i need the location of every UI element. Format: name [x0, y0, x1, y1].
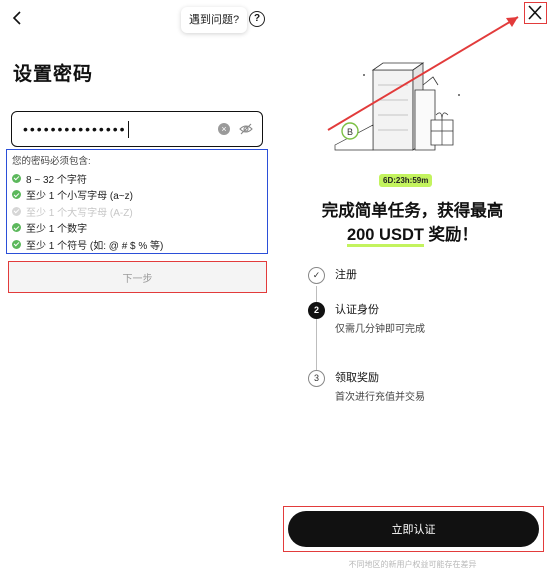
verify-label: 立即认证 [288, 511, 539, 547]
step-desc: 首次进行充值并交易 [335, 392, 425, 403]
rule-text: 8 ~ 32 个字符 [26, 174, 87, 186]
rule-length: 8 ~ 32 个字符 [12, 170, 262, 187]
reward-amount: 200 USDT [346, 226, 424, 247]
reward-panel: B 6D:23h:59m 完成简单任务，获得最高 200 USDT 奖励！ ✓ … [275, 0, 550, 584]
text-caret [127, 120, 130, 138]
step-title: 认证身份 [335, 304, 379, 316]
headline-line1: 完成简单任务，获得最高 [321, 202, 504, 220]
help-button[interactable]: 遇到问题? [181, 7, 248, 33]
footnote: 不同地区的新用户权益可能存在差异 [348, 560, 477, 569]
step-number: ✓ [308, 267, 325, 284]
password-value: ••••••••••••••• [23, 121, 127, 137]
requirements-header: 您的密码必须包含: [12, 156, 91, 167]
rule-uppercase: 至少 1 个大写字母 (A-Z) [12, 203, 262, 220]
step-number: 3 [308, 370, 325, 387]
rule-text: 至少 1 个小写字母 (a~z) [26, 191, 133, 203]
password-requirements: 您的密码必须包含: 8 ~ 32 个字符 至少 1 个小写字母 (a~z) 至少… [6, 149, 268, 254]
verify-now-button[interactable]: 立即认证 [283, 506, 544, 552]
clear-icon[interactable]: × [218, 123, 230, 135]
check-icon [12, 190, 21, 200]
rule-text: 至少 1 个数字 [26, 224, 88, 236]
step-number: 2 [308, 302, 325, 319]
countdown-badge: 6D:23h:59m [379, 174, 433, 187]
step-title: 注册 [335, 269, 357, 281]
svg-text:B: B [347, 127, 353, 137]
step-title: 领取奖励 [335, 372, 379, 384]
rule-symbol: 至少 1 个符号 (如: @ # $ % 等) [12, 236, 262, 253]
back-arrow-icon[interactable] [8, 8, 28, 28]
eye-off-icon[interactable] [239, 122, 253, 136]
page-title: 设置密码 [13, 64, 94, 85]
check-icon [12, 239, 21, 249]
rule-text: 至少 1 个符号 (如: @ # $ % 等) [26, 240, 164, 252]
rule-lowercase: 至少 1 个小写字母 (a~z) [12, 187, 262, 204]
check-icon [12, 173, 21, 183]
step-reward: 3 领取奖励 首次进行充值并交易 [308, 370, 425, 403]
reward-headline: 完成简单任务，获得最高 200 USDT 奖励！ [275, 199, 550, 247]
step-desc: 仅需几分钟即可完成 [335, 324, 425, 335]
step-verify: 2 认证身份 仅需几分钟即可完成 [308, 302, 425, 335]
reward-illustration: B [334, 62, 460, 151]
password-panel: 遇到问题? ? 设置密码 ••••••••••••••• × 您的密码必须包含:… [0, 0, 275, 584]
headline-suffix: 奖励！ [423, 226, 479, 244]
headline-line2: 200 USDT 奖励！ [275, 223, 550, 247]
check-icon [12, 206, 21, 216]
password-input[interactable]: ••••••••••••••• × [11, 111, 263, 147]
rule-text: 至少 1 个大写字母 (A-Z) [26, 207, 133, 219]
rule-digit: 至少 1 个数字 [12, 220, 262, 237]
close-icon[interactable] [524, 2, 547, 24]
check-icon [12, 223, 21, 233]
step-register: ✓ 注册 [308, 267, 357, 284]
next-step-button[interactable]: 下一步 [8, 261, 267, 293]
help-circle-icon[interactable]: ? [249, 11, 265, 27]
